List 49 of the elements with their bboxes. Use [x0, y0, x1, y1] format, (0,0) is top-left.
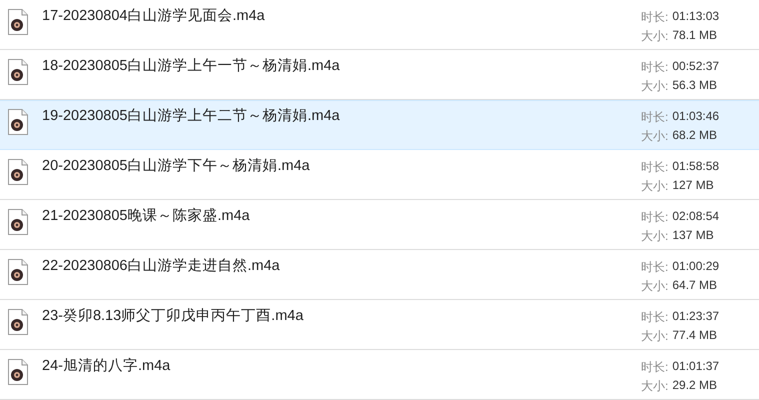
size-value: 29.2 MB	[672, 378, 718, 394]
duration-label: 时长:	[641, 109, 668, 126]
file-name: 18-20230805白山游学上午一节～杨清娟.m4a	[42, 57, 341, 75]
duration-label: 时长:	[641, 359, 668, 376]
file-name: 24-旭清的八字.m4a	[42, 356, 172, 375]
audio-file-icon	[8, 209, 28, 235]
audio-file-icon	[8, 359, 28, 385]
size-label: 大小:	[641, 278, 668, 295]
file-name: 17-20230804白山游学见面会.m4a	[42, 7, 266, 25]
size-value: 127 MB	[672, 178, 714, 194]
duration-label: 时长:	[641, 9, 668, 26]
duration-value: 00:52:37	[672, 59, 720, 75]
duration-value: 02:08:54	[672, 209, 720, 225]
file-name: 19-20230805白山游学上午二节～杨清娟.m4a	[42, 107, 341, 125]
file-name: 20-20230805白山游学下午～杨清娟.m4a	[42, 157, 311, 175]
duration-value: 01:13:03	[672, 9, 720, 25]
duration-label: 时长:	[641, 159, 668, 176]
size-value: 56.3 MB	[672, 78, 718, 94]
audio-file-icon	[8, 309, 28, 335]
audio-file-icon	[8, 59, 28, 85]
audio-file-icon	[8, 9, 28, 35]
size-value: 64.7 MB	[672, 278, 718, 294]
duration-label: 时长:	[641, 209, 668, 226]
duration-value: 01:58:58	[672, 159, 720, 175]
size-value: 137 MB	[672, 228, 714, 244]
size-label: 大小:	[641, 128, 668, 145]
duration-label: 时长:	[641, 259, 668, 276]
size-label: 大小:	[641, 178, 668, 195]
size-value: 78.1 MB	[672, 28, 718, 44]
size-label: 大小:	[641, 228, 668, 245]
duration-value: 01:23:37	[672, 309, 720, 325]
size-value: 68.2 MB	[672, 128, 718, 144]
audio-file-icon	[8, 109, 28, 135]
duration-label: 时长:	[641, 59, 668, 76]
size-value: 77.4 MB	[672, 328, 718, 344]
size-label: 大小:	[641, 28, 668, 45]
duration-value: 01:01:37	[672, 359, 720, 375]
file-name: 21-20230805晚课～陈家盛.m4a	[42, 206, 251, 225]
file-name: 22-20230806白山游学走进自然.m4a	[42, 257, 281, 275]
size-label: 大小:	[641, 78, 668, 95]
file-name: 23-癸卯8.13师父丁卯戊申丙午丁酉.m4a	[42, 307, 304, 325]
audio-file-icon	[8, 259, 28, 285]
size-label: 大小:	[641, 378, 668, 395]
duration-value: 01:00:29	[672, 259, 720, 275]
duration-value: 01:03:46	[672, 109, 720, 125]
file-row[interactable]: 19-20230805白山游学上午二节～杨清娟.m4a 时长: 01:03:46 大小: 68.2 MB	[0, 100, 759, 150]
audio-file-icon	[8, 159, 28, 185]
duration-label: 时长:	[641, 309, 668, 326]
size-label: 大小:	[641, 328, 668, 345]
